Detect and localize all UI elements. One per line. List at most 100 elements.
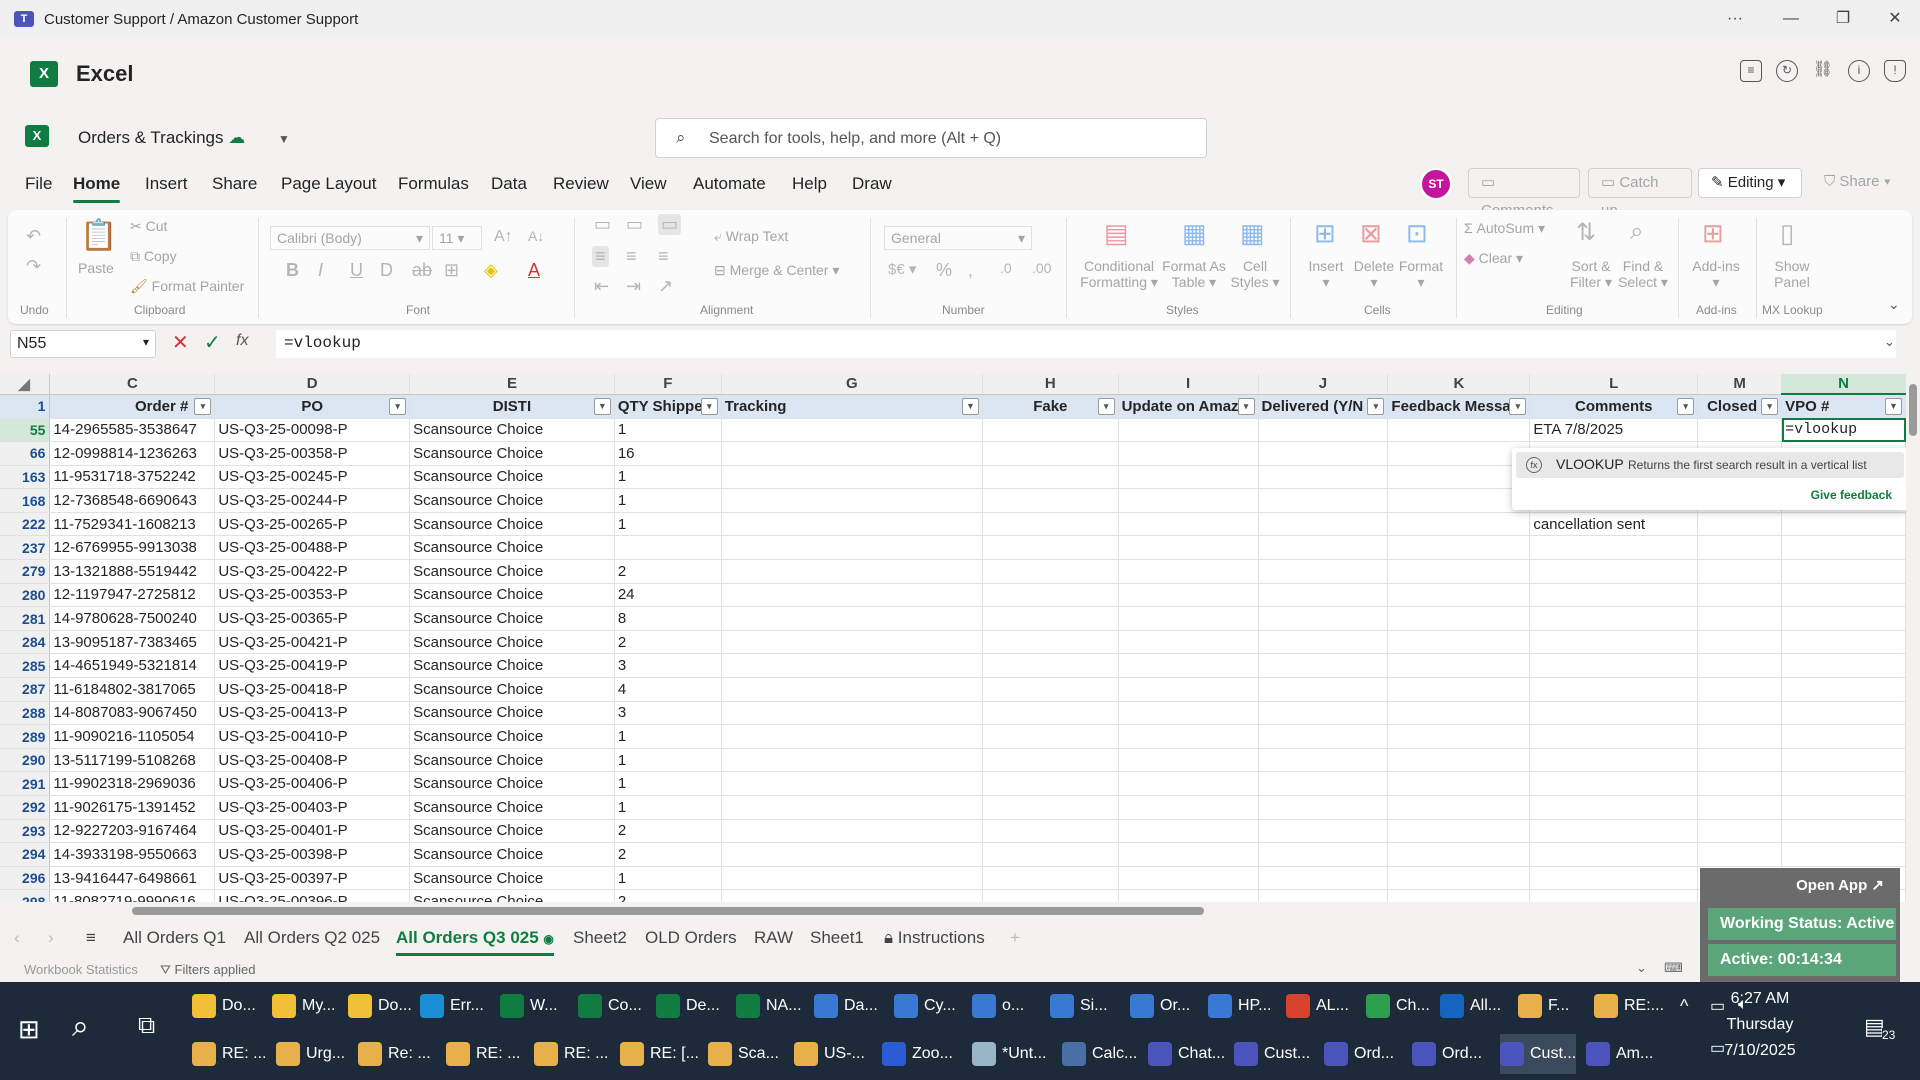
cell[interactable] (1118, 842, 1259, 867)
cell[interactable]: Scansource Choice (409, 748, 615, 773)
clear-button[interactable]: ◆ Clear ▾ (1464, 250, 1523, 267)
formula-autocomplete[interactable]: fx VLOOKUP Returns the first search resu… (1512, 448, 1908, 510)
cell[interactable]: 14-3933198-9550663 (49, 842, 216, 867)
cell[interactable] (1529, 842, 1699, 867)
cell[interactable] (982, 535, 1119, 561)
working-status-badge[interactable]: Working Status: Active (1708, 908, 1896, 940)
column-header-k[interactable]: K (1387, 374, 1531, 395)
borders-icon[interactable]: ⊞ (444, 260, 459, 281)
cell[interactable]: US-Q3-25-00421-P (214, 630, 411, 655)
cell[interactable] (1258, 701, 1389, 726)
cell[interactable] (982, 465, 1119, 490)
cancel-formula-icon[interactable]: ✕ (172, 330, 189, 355)
cell[interactable] (1118, 630, 1259, 655)
select-all-corner[interactable]: ◢ (0, 374, 51, 395)
cell[interactable] (1118, 441, 1259, 466)
taskbar-app-button[interactable]: Do... (348, 986, 412, 1026)
cell[interactable]: US-Q3-25-00365-P (214, 606, 411, 631)
italic-icon[interactable]: I (318, 260, 323, 281)
cell[interactable] (1258, 724, 1389, 749)
cell[interactable] (1118, 535, 1259, 561)
conditional-formatting-button[interactable]: Conditional Formatting ▾ (1072, 258, 1166, 291)
clock[interactable]: 6:27 AM Thursday 7/10/2025 (1700, 990, 1820, 1060)
cell[interactable] (1387, 465, 1531, 490)
cell[interactable]: 1 (614, 512, 722, 537)
cell[interactable] (982, 748, 1119, 773)
cell[interactable]: Scansource Choice (409, 630, 615, 655)
row-number[interactable]: 285 (0, 653, 51, 679)
table-header-cell[interactable]: VPO # ▼ (1781, 394, 1906, 419)
cell[interactable] (721, 889, 983, 902)
taskbar-app-button[interactable]: Urg... (276, 1034, 345, 1074)
cell[interactable] (1258, 418, 1389, 443)
comments-button[interactable]: ▭ Comments (1468, 168, 1580, 219)
cell[interactable] (1529, 583, 1699, 608)
cell[interactable]: Scansource Choice (409, 488, 615, 513)
cell[interactable] (1781, 677, 1906, 702)
taskbar-app-button[interactable]: Ord... (1412, 1034, 1482, 1074)
cell[interactable]: Scansource Choice (409, 512, 615, 537)
cell[interactable]: 11-9090216-1105054 (49, 724, 216, 749)
cell[interactable] (982, 653, 1119, 679)
add-ins-button[interactable]: Add-ins ▾ (1688, 258, 1744, 291)
status-expand-icon[interactable]: ⌄ (1636, 960, 1647, 976)
cell[interactable]: ETA 7/8/2025 (1529, 418, 1699, 443)
find-select-button[interactable]: Find & Select ▾ (1618, 258, 1668, 291)
comma-icon[interactable]: , (968, 260, 973, 281)
cell[interactable]: US-Q3-25-00410-P (214, 724, 411, 749)
link-icon[interactable]: ⛓ (1812, 60, 1834, 82)
refresh-icon[interactable]: ↻ (1776, 60, 1798, 82)
cell[interactable]: US-Q3-25-00353-P (214, 583, 411, 608)
cell[interactable] (1387, 771, 1531, 796)
cell[interactable] (1529, 748, 1699, 773)
cell[interactable]: US-Q3-25-00422-P (214, 559, 411, 584)
cell[interactable] (721, 441, 983, 466)
cell[interactable] (1781, 748, 1906, 773)
vertical-scroll-thumb[interactable] (1909, 384, 1917, 436)
shield-icon[interactable]: ! (1884, 60, 1906, 82)
cell[interactable]: US-Q3-25-00396-P (214, 889, 411, 902)
cell[interactable]: US-Q3-25-00408-P (214, 748, 411, 773)
cell[interactable]: 1 (614, 488, 722, 513)
table-header-cell[interactable]: Update on Amaz ▾ (1118, 394, 1259, 419)
cell[interactable]: 12-7368548-6690643 (49, 488, 216, 513)
cell[interactable]: 4 (614, 677, 722, 702)
cell[interactable] (1258, 842, 1389, 867)
row-number[interactable]: 281 (0, 606, 51, 631)
row-number[interactable]: 222 (0, 512, 51, 537)
decrease-indent-icon[interactable]: ⇤ (594, 276, 609, 297)
cell[interactable] (721, 724, 983, 749)
show-panel-button[interactable]: Show Panel (1770, 258, 1814, 290)
cell[interactable]: Scansource Choice (409, 441, 615, 466)
cell[interactable]: 14-8087083-9067450 (49, 701, 216, 726)
column-header-h[interactable]: H (982, 374, 1119, 395)
table-header-cell[interactable]: Tracking ▼ (721, 394, 983, 419)
horizontal-scroll-thumb[interactable] (132, 907, 1204, 915)
cell[interactable] (1697, 795, 1783, 820)
cell[interactable]: US-Q3-25-00398-P (214, 842, 411, 867)
table-header-cell[interactable]: Comments ▾ (1529, 394, 1699, 419)
taskbar-app-button[interactable]: Da... (814, 986, 878, 1026)
cell[interactable] (1387, 418, 1531, 443)
table-header-cell[interactable]: Fake ▾ (982, 394, 1119, 419)
taskbar-app-button[interactable]: All... (1440, 986, 1501, 1026)
cell[interactable]: Scansource Choice (409, 866, 615, 891)
cell[interactable] (721, 771, 983, 796)
font-name-select[interactable]: Calibri (Body) ▾ (270, 226, 430, 250)
cell[interactable] (1387, 866, 1531, 891)
align-bottom-icon[interactable]: ▭ (658, 214, 682, 235)
cell[interactable]: Scansource Choice (409, 465, 615, 490)
cell[interactable]: 11-9531718-3752242 (49, 465, 216, 490)
cell[interactable] (1697, 819, 1783, 844)
taskbar-app-button[interactable]: HP... (1208, 986, 1272, 1026)
cell[interactable]: 2 (614, 889, 722, 902)
cell[interactable] (1697, 535, 1783, 561)
tab-share[interactable]: Share (212, 174, 257, 194)
cell[interactable]: US-Q3-25-00098-P (214, 418, 411, 443)
row-number[interactable]: 294 (0, 842, 51, 867)
expand-formula-icon[interactable]: ⌄ (1884, 334, 1895, 350)
bold-icon[interactable]: B (286, 260, 299, 281)
column-header-n[interactable]: N (1781, 374, 1906, 395)
filter-dropdown-icon[interactable]: ▾ (1237, 397, 1255, 415)
cell[interactable] (1697, 677, 1783, 702)
